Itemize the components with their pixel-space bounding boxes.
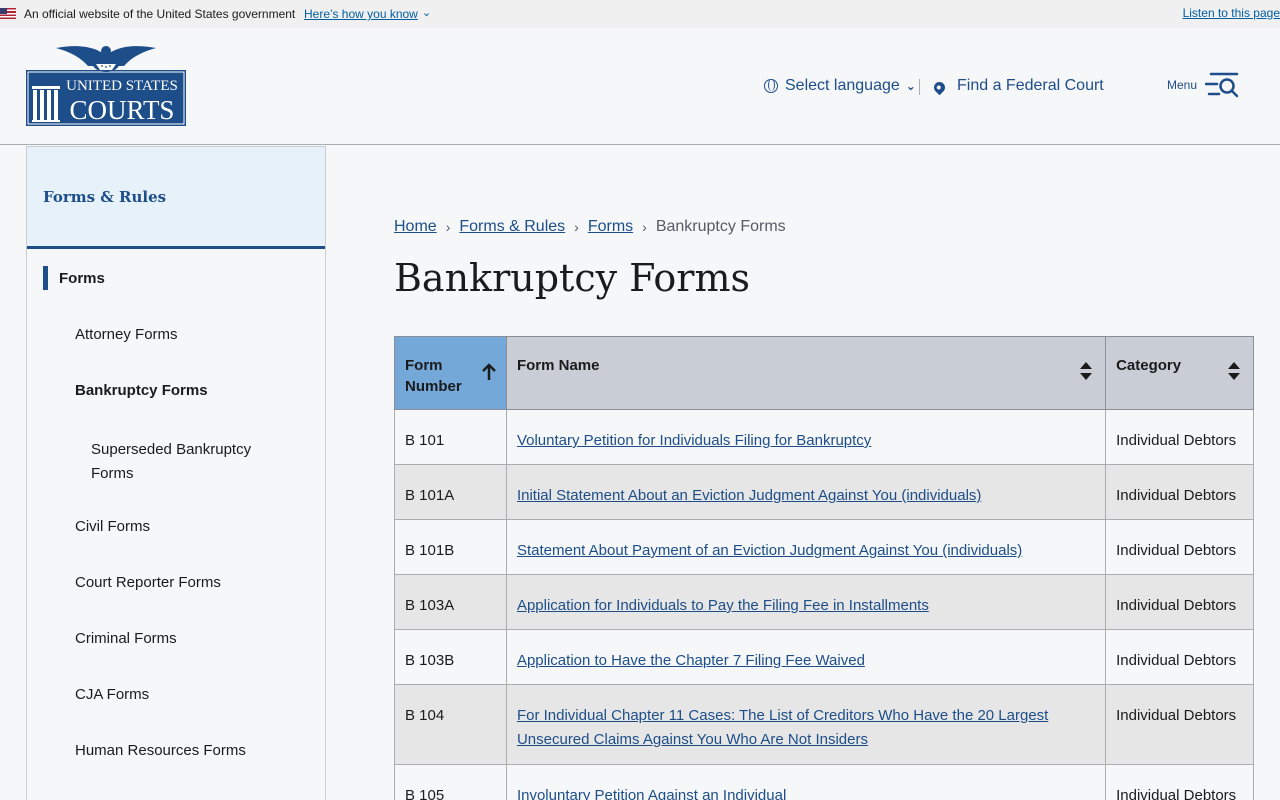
- table-row: B 103A Application for Individuals to Pa…: [394, 574, 1254, 630]
- us-courts-logo[interactable]: UNITED STATES COURTS: [26, 42, 186, 126]
- breadcrumb: Home › Forms & Rules › Forms › Bankruptc…: [394, 218, 786, 236]
- sidebar-item-forms[interactable]: Forms: [59, 270, 105, 287]
- chevron-right-icon: ›: [445, 219, 451, 235]
- breadcrumb-forms-rules[interactable]: Forms & Rules: [459, 218, 565, 236]
- menu-search-icon: [1205, 72, 1239, 98]
- form-name-cell: Application for Individuals to Pay the F…: [505, 574, 1107, 630]
- globe-icon: [764, 79, 778, 93]
- table-row: B 101 Voluntary Petition for Individuals…: [394, 409, 1254, 465]
- table-row: B 104 For Individual Chapter 11 Cases: T…: [394, 684, 1254, 765]
- sidebar-title-forms-rules[interactable]: Forms & Rules: [43, 188, 166, 206]
- form-name-link[interactable]: Application to Have the Chapter 7 Filing…: [517, 652, 865, 669]
- form-category: Individual Debtors: [1105, 574, 1254, 630]
- column-header-label: Form Name: [516, 357, 600, 374]
- sidebar-nav: Forms & Rules Forms Attorney Forms Bankr…: [26, 146, 326, 800]
- sidebar-item-bankruptcy-forms[interactable]: Bankruptcy Forms: [75, 382, 208, 399]
- sidebar-item-court-reporter-forms[interactable]: Court Reporter Forms: [75, 574, 221, 591]
- menu-label: Menu: [1167, 78, 1198, 92]
- form-name-link[interactable]: Initial Statement About an Eviction Judg…: [517, 487, 981, 504]
- chevron-right-icon: ›: [574, 219, 579, 235]
- form-name-link[interactable]: Application for Individuals to Pay the F…: [517, 597, 929, 614]
- form-name-link[interactable]: Statement About Payment of an Eviction J…: [517, 542, 1022, 559]
- form-name-cell: Application to Have the Chapter 7 Filing…: [505, 629, 1107, 685]
- svg-text:UNITED STATES: UNITED STATES: [66, 78, 178, 94]
- form-category: Individual Debtors: [1105, 464, 1254, 520]
- heres-how-you-know-link[interactable]: Here’s how you know: [304, 7, 418, 21]
- table-row: B 101A Initial Statement About an Evicti…: [394, 464, 1254, 520]
- form-category: Individual Debtors: [1105, 629, 1254, 685]
- column-header-category[interactable]: Category: [1105, 336, 1254, 410]
- find-federal-court-link[interactable]: Find a Federal Court: [931, 77, 1104, 95]
- breadcrumb-current: Bankruptcy Forms: [655, 218, 786, 235]
- form-number: B 101B: [394, 519, 507, 575]
- site-header: UNITED STATES COURTS Select language ⌄ F…: [0, 28, 1280, 145]
- form-number: B 104: [394, 684, 507, 765]
- sidebar-item-cja-forms[interactable]: CJA Forms: [75, 686, 149, 703]
- form-category: Individual Debtors: [1105, 764, 1254, 800]
- listen-to-page-link[interactable]: Listen to this page: [1183, 6, 1280, 20]
- form-name-link[interactable]: Involuntary Petition Against an Individu…: [517, 787, 786, 800]
- forms-table: Form Number Form Name Category B 101 Vol…: [394, 336, 1254, 800]
- sidebar-header: Forms & Rules: [27, 147, 325, 249]
- select-language-button[interactable]: Select language ⌄: [764, 77, 916, 95]
- sidebar-item-criminal-forms[interactable]: Criminal Forms: [75, 630, 177, 647]
- column-header-label: Form Number: [405, 357, 462, 395]
- chevron-down-icon: ⌄: [905, 79, 916, 93]
- chevron-down-icon[interactable]: ⌄: [422, 6, 431, 19]
- form-name-link[interactable]: Voluntary Petition for Individuals Filin…: [517, 432, 871, 449]
- table-row: B 101B Statement About Payment of an Evi…: [394, 519, 1254, 575]
- form-name-cell: For Individual Chapter 11 Cases: The Lis…: [505, 684, 1107, 765]
- active-indicator: [43, 266, 48, 290]
- sort-unsorted-icon: [1080, 362, 1093, 380]
- svg-text:COURTS: COURTS: [70, 95, 175, 125]
- form-name-link[interactable]: For Individual Chapter 11 Cases: The Lis…: [517, 707, 1048, 748]
- us-flag-icon: [0, 8, 16, 19]
- form-number: B 103B: [394, 629, 507, 685]
- breadcrumb-forms[interactable]: Forms: [588, 218, 633, 236]
- sidebar-item-attorney-forms[interactable]: Attorney Forms: [75, 326, 178, 343]
- breadcrumb-home[interactable]: Home: [394, 218, 437, 236]
- sort-ascending-icon: [482, 363, 496, 380]
- gov-banner-text: An official website of the United States…: [24, 7, 296, 21]
- form-name-cell: Involuntary Petition Against an Individu…: [505, 764, 1107, 800]
- form-number: B 101A: [394, 464, 507, 520]
- sidebar-item-human-resources-forms[interactable]: Human Resources Forms: [75, 742, 246, 759]
- page-title: Bankruptcy Forms: [394, 256, 751, 300]
- form-number: B 103A: [394, 574, 507, 630]
- map-pin-icon: [931, 79, 948, 95]
- gov-banner: An official website of the United States…: [0, 0, 1280, 28]
- form-name-cell: Voluntary Petition for Individuals Filin…: [505, 409, 1107, 465]
- table-row: B 105 Involuntary Petition Against an In…: [394, 764, 1254, 800]
- sidebar-item-civil-forms[interactable]: Civil Forms: [75, 518, 150, 535]
- column-header-label: Category: [1116, 357, 1182, 374]
- sidebar-item-superseded-bankruptcy-forms[interactable]: Superseded Bankruptcy Forms: [91, 438, 281, 486]
- sort-unsorted-icon: [1228, 362, 1240, 380]
- chevron-right-icon: ›: [642, 219, 647, 235]
- form-category: Individual Debtors: [1105, 519, 1254, 575]
- form-category: Individual Debtors: [1105, 409, 1254, 465]
- header-divider: [919, 79, 920, 95]
- column-header-form-number[interactable]: Form Number: [394, 336, 507, 410]
- menu-button[interactable]: Menu: [1167, 71, 1239, 99]
- select-language-label: Select language: [785, 77, 900, 94]
- form-number: B 105: [394, 764, 507, 800]
- table-row: B 103B Application to Have the Chapter 7…: [394, 629, 1254, 685]
- column-header-form-name[interactable]: Form Name: [505, 336, 1107, 410]
- form-category: Individual Debtors: [1105, 684, 1254, 765]
- form-name-cell: Statement About Payment of an Eviction J…: [505, 519, 1107, 575]
- find-federal-court-label: Find a Federal Court: [957, 77, 1104, 94]
- form-name-cell: Initial Statement About an Eviction Judg…: [505, 464, 1107, 520]
- form-number: B 101: [394, 409, 507, 465]
